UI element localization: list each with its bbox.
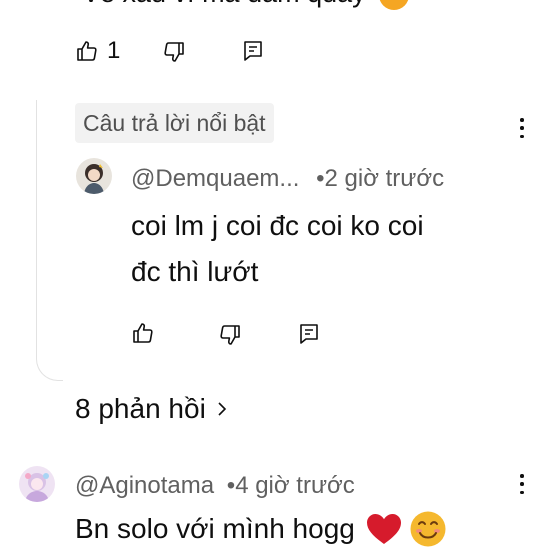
thread-connector-line [36,100,63,381]
meta-separator: • [226,472,236,499]
reply-text-line-1: coi lm j coi đc coi ko coi [131,210,424,241]
comment-text: Bn solo với mình hogg [75,510,447,548]
top-comment-dislike-button[interactable] [162,40,186,64]
meta-separator: • [316,165,325,192]
dislike-icon [164,42,184,62]
view-replies-button[interactable]: 8 phản hồi [75,393,228,425]
reply-author[interactable]: @Demquaem... [131,165,299,192]
reply-like-button[interactable] [131,321,155,345]
reply-avatar[interactable] [76,158,112,194]
angry-emoji-icon [379,0,410,10]
heart-emoji-icon [366,514,401,544]
like-count: 1 [107,37,121,64]
reply-icon [300,324,318,344]
top-comment-like-button[interactable]: 1 [75,37,120,65]
like-icon [77,41,97,61]
more-vert-icon [520,474,524,478]
reply-icon [244,41,262,61]
top-comment-reply-button[interactable] [241,39,265,63]
view-replies-label: 8 phản hồi [75,393,206,424]
chevron-right-icon [218,402,226,416]
top-comment-text: Về xấu vì mà đám quẩy [82,0,410,10]
reply-dislike-button[interactable] [218,323,242,347]
comment-time: 4 giờ trước [235,472,355,499]
reply-time: 2 giờ trước [324,165,445,192]
like-icon [133,323,153,343]
comment-meta: @Aginotama •4 giờ trước [75,472,355,500]
comment-author[interactable]: @Aginotama [75,472,214,499]
reply-text-line-2: đc thì lướt [131,256,259,287]
reply-more-button[interactable] [517,116,527,140]
highlighted-reply-label: Câu trả lời nổi bật [75,103,274,143]
reply-reply-button[interactable] [297,322,321,346]
smiling-emoji-icon [410,511,446,547]
comment-text-content: Bn solo với mình hogg [75,513,355,544]
reply-text: coi lm j coi đc coi ko coi đc thì lướt [131,203,424,295]
reply-meta: @Demquaem... •2 giờ trước [131,165,444,193]
more-vert-icon [520,118,524,122]
comment-more-button[interactable] [517,472,527,496]
comment-avatar[interactable] [19,466,55,502]
top-comment-text-content: Về xấu vì mà đám quẩy [82,0,366,8]
dislike-icon [220,325,240,345]
